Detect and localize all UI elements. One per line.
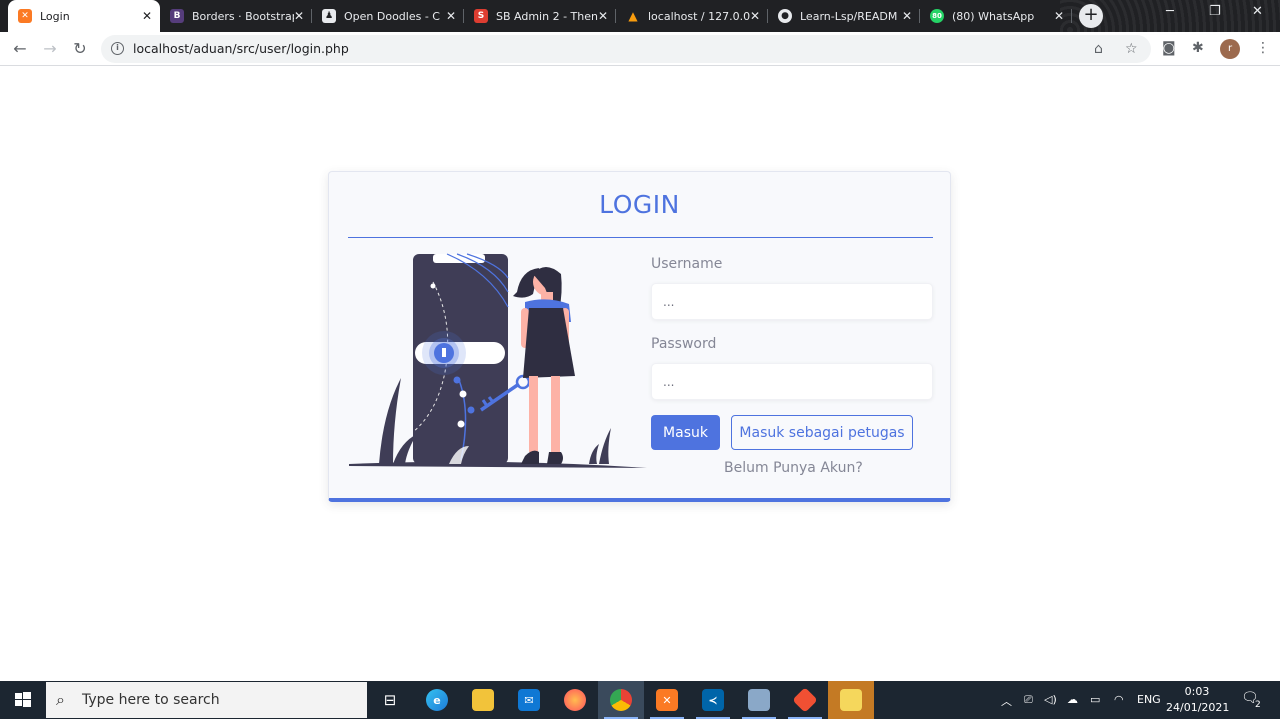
taskbar-sticky-notes[interactable] [828, 681, 874, 719]
tab-title: localhost / 127.0.0 [648, 9, 750, 23]
edge-icon: e [426, 689, 448, 711]
menu-kebab-icon[interactable]: ⋮ [1256, 40, 1270, 56]
search-icon: ⌕ [56, 690, 65, 709]
taskbar-search-box[interactable]: ⌕ Type here to search [46, 682, 367, 718]
startbootstrap-icon: S [474, 9, 488, 23]
vscode-icon: ≺ [702, 689, 724, 711]
close-tab-icon[interactable]: ✕ [1054, 8, 1064, 24]
clock-time: 0:03 [1184, 685, 1210, 698]
taskbar-firefox[interactable] [552, 681, 598, 719]
meet-now-icon[interactable]: ⎚ [1024, 693, 1033, 707]
tab-github-readme[interactable]: ● Learn-Lsp/READM ✕ [768, 0, 920, 32]
windows-logo-icon [15, 692, 31, 707]
taskbar-chrome[interactable] [598, 681, 644, 719]
close-tab-icon[interactable]: ✕ [294, 8, 304, 24]
bootstrap-icon: B [170, 9, 184, 23]
login-card: LOGIN Username ... Password ... Masuk Ma… [328, 171, 951, 502]
close-tab-icon[interactable]: ✕ [750, 8, 760, 24]
browser-toolbar: ← → ↻ i localhost/aduan/src/user/login.p… [0, 32, 1280, 66]
chrome-icon [610, 689, 632, 711]
url-text[interactable]: localhost/aduan/src/user/login.php [133, 41, 349, 56]
close-tab-icon[interactable]: ✕ [598, 8, 608, 24]
username-label: Username [651, 256, 723, 272]
notification-count-badge: 2 [1255, 700, 1261, 710]
language-indicator[interactable]: ENG [1137, 693, 1161, 706]
tray-overflow-icon[interactable]: ︿ [1001, 693, 1012, 709]
login-illustration [349, 253, 647, 468]
tab-title: Login [40, 9, 70, 23]
tab-login[interactable]: ✕ Login ✕ [8, 0, 160, 32]
close-window-icon[interactable]: ✕ [1252, 4, 1263, 19]
tab-bootstrap-borders[interactable]: B Borders · Bootstrap ✕ [160, 0, 312, 32]
start-button[interactable] [0, 681, 45, 719]
username-input[interactable] [651, 283, 933, 320]
extensions-puzzle-icon[interactable]: ✱ [1192, 40, 1204, 56]
tab-title: Open Doodles - C [344, 9, 440, 23]
tab-title: SB Admin 2 - Then [496, 9, 598, 23]
xampp-icon: ✕ [18, 9, 32, 23]
taskbar-xampp[interactable]: ✕ [644, 681, 690, 719]
extension-tab-icon[interactable]: ◙ [1162, 40, 1176, 56]
task-view-icon: ⊟ [383, 691, 397, 709]
profile-avatar[interactable]: r [1220, 39, 1240, 59]
clock-date: 24/01/2021 [1166, 701, 1230, 714]
doodle-icon: ♟ [322, 9, 336, 23]
tab-strip: ✕ Login ✕ B Borders · Bootstrap ✕ ♟ Open… [0, 0, 1280, 32]
wifi-icon[interactable]: ◠ [1114, 693, 1124, 706]
password-label: Password [651, 336, 717, 352]
reload-button[interactable]: ↻ [70, 39, 90, 58]
back-button[interactable]: ← [10, 39, 30, 58]
taskbar-vscode[interactable]: ≺ [690, 681, 736, 719]
notes-icon [840, 689, 862, 711]
phpmyadmin-icon: ▲ [628, 9, 638, 23]
login-submit-button[interactable]: Masuk [651, 415, 720, 450]
taskbar-app-generic[interactable] [736, 681, 782, 719]
translate-icon[interactable]: ⌂ [1094, 41, 1103, 57]
tab-phpmyadmin[interactable]: ▲ localhost / 127.0.0 ✕ [616, 0, 768, 32]
bookmark-star-icon[interactable]: ☆ [1125, 41, 1138, 57]
windows-taskbar: ⌕ Type here to search ⊟ e ✉ ✕ ≺ ︿ ⎚ ◁) ☁… [0, 681, 1280, 719]
whatsapp-icon: 80 [930, 9, 944, 23]
tab-open-doodles[interactable]: ♟ Open Doodles - C ✕ [312, 0, 464, 32]
forward-button[interactable]: → [40, 39, 60, 58]
register-link[interactable]: Belum Punya Akun? [724, 460, 863, 476]
app-window-icon [748, 689, 770, 711]
login-title: LOGIN [599, 190, 680, 219]
github-icon: ● [778, 9, 792, 23]
restore-icon[interactable]: ❐ [1209, 4, 1221, 19]
git-icon [792, 687, 818, 713]
tab-whatsapp[interactable]: 80 (80) WhatsApp ✕ [920, 0, 1072, 32]
close-tab-icon[interactable]: ✕ [902, 8, 912, 24]
tab-title: Learn-Lsp/READM [800, 9, 898, 23]
tab-separator [1071, 9, 1072, 23]
address-bar[interactable]: i localhost/aduan/src/user/login.php ⌂ ☆ [101, 35, 1151, 63]
volume-icon[interactable]: ◁) [1044, 693, 1057, 706]
search-placeholder: Type here to search [82, 692, 220, 708]
folder-icon [472, 689, 494, 711]
taskbar-mail[interactable]: ✉ [506, 681, 552, 719]
minimize-icon[interactable]: ─ [1166, 4, 1174, 19]
close-tab-icon[interactable]: ✕ [446, 8, 456, 24]
system-clock[interactable]: 0:03 24/01/2021 [1166, 684, 1230, 716]
taskbar-file-explorer[interactable] [460, 681, 506, 719]
firefox-icon [564, 689, 586, 711]
new-tab-button[interactable]: + [1079, 4, 1103, 28]
taskbar-git[interactable] [782, 681, 828, 719]
mail-icon: ✉ [518, 689, 540, 711]
tab-title: (80) WhatsApp [952, 9, 1035, 23]
password-input[interactable] [651, 363, 933, 400]
title-divider [348, 237, 933, 238]
xampp-icon: ✕ [656, 689, 678, 711]
onedrive-cloud-icon[interactable]: ☁ [1067, 693, 1078, 706]
tab-sb-admin[interactable]: S SB Admin 2 - Then ✕ [464, 0, 616, 32]
officer-login-button[interactable]: Masuk sebagai petugas [731, 415, 913, 450]
close-tab-icon[interactable]: ✕ [142, 8, 152, 24]
taskbar-edge[interactable]: e [414, 681, 460, 719]
site-info-icon[interactable]: i [111, 42, 124, 55]
task-view-button[interactable]: ⊟ [367, 681, 413, 719]
tab-title: Borders · Bootstrap [192, 9, 294, 23]
battery-icon[interactable]: ▭ [1090, 693, 1100, 706]
